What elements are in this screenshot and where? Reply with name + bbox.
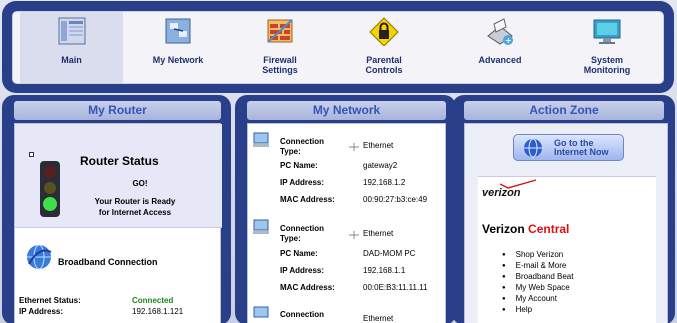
- my-network-title: My Network: [247, 101, 446, 120]
- verizon-logo: verizon: [482, 187, 521, 199]
- network-icon: [165, 18, 191, 44]
- device-3-connection-value: Ethernet: [363, 314, 394, 323]
- nav-main-label: Main: [61, 55, 82, 65]
- link-email-more[interactable]: E-mail & More: [512, 261, 573, 272]
- globe-icon: [524, 138, 542, 158]
- broadband-connection-title: Broadband Connection: [58, 257, 158, 267]
- device-1-mac-label: MAC Address:: [280, 195, 335, 204]
- advanced-icon: +: [487, 18, 513, 45]
- my-network-panel: My Network Connection Type: Ethernet PC N…: [235, 95, 456, 323]
- computer-icon: [253, 306, 269, 318]
- device-2-ip-label: IP Address:: [280, 266, 325, 275]
- link-help[interactable]: Help: [512, 305, 573, 316]
- device-1-connection-value: Ethernet: [363, 141, 394, 150]
- ethernet-icon: [349, 231, 359, 239]
- nav-advanced-label: Advanced: [478, 55, 522, 65]
- ip-address-label: IP Address:: [19, 307, 64, 316]
- router-ready-text: Your Router is Ready for Internet Access: [94, 197, 176, 217]
- router-status-title: Router Status: [80, 154, 159, 168]
- ethernet-status-value: Connected: [132, 296, 174, 305]
- nav-firewall-label-1: Firewall: [263, 55, 297, 65]
- nav-advanced[interactable]: + Advanced: [450, 12, 550, 83]
- traffic-light-icon: [40, 161, 60, 217]
- verizon-central-box: verizon Verizon Central Shop Verizon E-m…: [478, 176, 656, 323]
- device-2-connection-value: Ethernet: [363, 229, 394, 238]
- top-nav: Main My Network Firewall Settings Parent…: [12, 11, 664, 84]
- main-icon: [58, 17, 85, 45]
- computer-icon: [253, 132, 269, 147]
- my-router-panel: My Router Router Status GO! Your Router …: [2, 95, 231, 323]
- globe-icon: [27, 244, 52, 270]
- device-2-mac-value: 00:0E:B3:11.11.11: [363, 283, 428, 292]
- device-1-ip-label: IP Address:: [280, 178, 325, 187]
- device-2-connection-label: Connection Type:: [280, 224, 324, 243]
- verizon-central-heading: Verizon Central: [482, 222, 570, 236]
- router-go-text: GO!: [132, 179, 148, 188]
- nav-parental-label-2: Controls: [365, 65, 403, 75]
- my-router-title: My Router: [14, 101, 221, 120]
- svg-text:+: +: [505, 36, 512, 45]
- my-network-body: Connection Type: Ethernet PC Name: gatewa…: [247, 123, 446, 323]
- go-to-internet-line-2: Internet Now: [554, 147, 609, 157]
- device-1-connection-label: Connection Type:: [280, 137, 324, 156]
- device-2-ip-value: 192.168.1.1: [363, 266, 406, 275]
- link-broadband-beat[interactable]: Broadband Beat: [512, 272, 574, 283]
- nav-system-monitoring[interactable]: System Monitoring: [557, 12, 657, 83]
- ethernet-status-label: Ethernet Status:: [19, 296, 81, 305]
- firewall-icon: [267, 19, 293, 43]
- device-1-ip-value: 192.168.1.2: [363, 178, 406, 187]
- monitor-icon: [593, 19, 621, 44]
- ip-address-value: 192.168.1.121: [132, 307, 184, 316]
- status-checkbox: [29, 152, 34, 157]
- my-router-body: Router Status GO! Your Router is Ready f…: [14, 123, 222, 323]
- nav-firewall-label-2: Settings: [262, 65, 298, 75]
- link-shop-verizon[interactable]: Shop Verizon: [512, 250, 573, 261]
- ethernet-icon: [349, 143, 359, 151]
- link-my-account[interactable]: My Account: [512, 294, 573, 305]
- nav-system-label-2: Monitoring: [583, 65, 631, 75]
- device-3-connection-label: Connection: [280, 310, 324, 319]
- top-nav-frame: Main My Network Firewall Settings Parent…: [2, 1, 674, 93]
- device-1-pc-value: gateway2: [363, 161, 398, 170]
- device-1-mac-value: 00:90:27:b3:ce:49: [363, 195, 428, 204]
- nav-main[interactable]: Main: [20, 12, 123, 83]
- action-zone-title: Action Zone: [464, 101, 664, 120]
- device-1-pc-label: PC Name:: [280, 161, 318, 170]
- nav-my-network-label: My Network: [152, 55, 204, 65]
- go-to-internet-button[interactable]: Go to the Internet Now: [513, 134, 624, 161]
- nav-parental-controls[interactable]: Parental Controls: [334, 12, 434, 83]
- verizon-links-list: Shop Verizon E-mail & More Broadband Bea…: [510, 250, 574, 316]
- action-zone-body: Go to the Internet Now verizon Verizon C…: [464, 123, 668, 323]
- link-my-web-space[interactable]: My Web Space: [512, 283, 573, 294]
- computer-icon: [253, 219, 269, 234]
- nav-firewall-settings[interactable]: Firewall Settings: [230, 12, 330, 83]
- lock-icon: [369, 17, 399, 46]
- device-2-mac-label: MAC Address:: [280, 283, 335, 292]
- device-2-pc-label: PC Name:: [280, 249, 318, 258]
- nav-my-network[interactable]: My Network: [128, 12, 228, 83]
- router-status-box: Router Status GO! Your Router is Ready f…: [15, 124, 222, 228]
- nav-parental-label-1: Parental: [366, 55, 402, 65]
- action-zone-panel: Action Zone Go to the Internet Now veriz…: [452, 95, 675, 323]
- device-2-pc-value: DAD-MOM PC: [363, 249, 416, 258]
- nav-system-label-1: System: [590, 55, 624, 65]
